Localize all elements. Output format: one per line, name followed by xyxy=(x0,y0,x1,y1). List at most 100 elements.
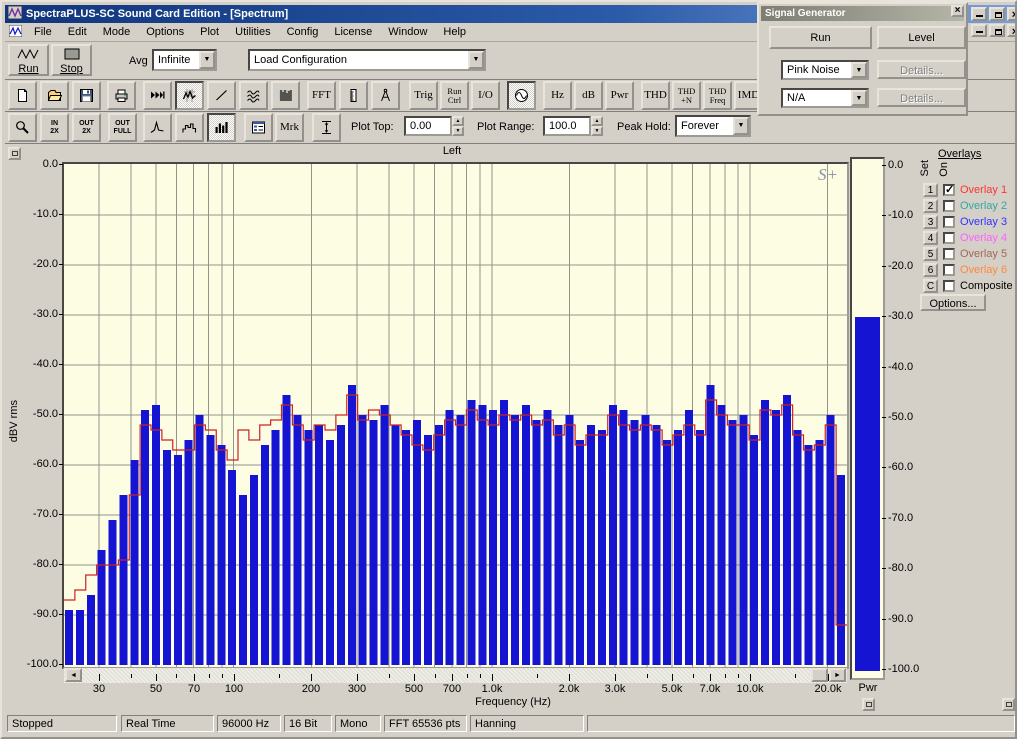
spectrum-plot[interactable] xyxy=(62,162,849,669)
zoom-button[interactable] xyxy=(8,113,37,142)
restore-button[interactable] xyxy=(989,7,1005,21)
fft-settings-button[interactable]: FFT xyxy=(307,81,336,110)
phase-view-button[interactable] xyxy=(207,81,236,110)
overlay-set-button-5[interactable]: 5 xyxy=(923,247,938,261)
avg-select[interactable]: Infinite ▼ xyxy=(152,49,217,71)
panel-collapse-button[interactable] xyxy=(1002,698,1015,711)
spectrogram-view-button[interactable] xyxy=(271,81,300,110)
child-close-button[interactable]: × xyxy=(1007,24,1015,38)
configuration-select[interactable]: Load Configuration ▼ xyxy=(248,49,486,71)
vertical-scale-icon xyxy=(319,120,334,135)
new-file-button[interactable] xyxy=(8,81,37,110)
details-button-2[interactable]: Details... xyxy=(877,88,966,107)
plot-range-decrement-arrow-icon[interactable]: ▼ xyxy=(591,126,603,136)
signal-generator-close-icon[interactable]: × xyxy=(951,5,964,17)
scroll-thumb[interactable] xyxy=(811,668,828,682)
power-meter[interactable] xyxy=(850,157,885,680)
output-2x-button[interactable]: OUT 2X xyxy=(72,113,101,142)
display-options-button[interactable] xyxy=(244,113,273,142)
menu-license[interactable]: License xyxy=(326,24,380,40)
waveform-select[interactable]: Pink Noise ▼ xyxy=(781,60,869,80)
meter-collapse-button[interactable] xyxy=(862,698,875,711)
menu-help[interactable]: Help xyxy=(435,24,474,40)
trigger-button[interactable]: Trig xyxy=(409,81,438,110)
minimize-button[interactable] xyxy=(971,7,987,21)
overlay-set-button-3[interactable]: 3 xyxy=(923,215,938,229)
output-full-button[interactable]: OUT FULL xyxy=(108,113,137,142)
plot-range-input[interactable]: 100.0 xyxy=(543,116,591,136)
x-tick-mark xyxy=(569,674,570,681)
overlay-set-button-4[interactable]: 4 xyxy=(923,231,938,245)
scroll-right-arrow-icon[interactable]: ► xyxy=(829,668,846,682)
child-restore-button[interactable] xyxy=(989,24,1005,37)
overlay-options-button[interactable]: Options... xyxy=(920,294,986,311)
open-file-button[interactable] xyxy=(40,81,69,110)
peak-spectrum-button[interactable] xyxy=(143,113,172,142)
x-tick-label: 300 xyxy=(347,683,367,695)
calibration-button[interactable] xyxy=(339,81,368,110)
input-2x-button[interactable]: IN 2X xyxy=(40,113,69,142)
overlay-checkbox-C[interactable] xyxy=(943,280,955,292)
overlay-checkbox-4[interactable] xyxy=(943,232,955,244)
print-button[interactable] xyxy=(107,81,136,110)
io-device-button[interactable]: I/O xyxy=(471,81,500,110)
hz-units-button[interactable]: Hz xyxy=(543,81,572,110)
peak-hold-select[interactable]: Forever ▼ xyxy=(675,115,751,137)
stop-button[interactable]: Stop xyxy=(51,44,92,76)
menu-file[interactable]: File xyxy=(26,24,60,40)
thd-freq-button[interactable]: THD Freq xyxy=(703,81,732,110)
child-minimize-button[interactable] xyxy=(971,24,987,37)
waveform-dropdown-arrow-icon[interactable]: ▼ xyxy=(851,62,867,78)
waveform2-select[interactable]: N/A ▼ xyxy=(781,88,869,108)
peak-hold-dropdown-arrow-icon[interactable]: ▼ xyxy=(733,117,749,135)
spectrum-view-button[interactable] xyxy=(175,81,204,110)
overlay-checkbox-5[interactable] xyxy=(943,248,955,260)
marker-button[interactable]: Mrk xyxy=(275,113,304,142)
overlay-checkbox-3[interactable] xyxy=(943,216,955,228)
child-window-icon[interactable] xyxy=(8,24,23,40)
overlay-set-button-6[interactable]: 6 xyxy=(923,263,938,277)
pwr-units-button[interactable]: Pwr xyxy=(605,81,634,110)
waterfall-view-button[interactable] xyxy=(239,81,268,110)
waveform2-dropdown-arrow-icon[interactable]: ▼ xyxy=(851,90,867,106)
overlay-set-button-1[interactable]: 1 xyxy=(923,183,938,197)
menu-config[interactable]: Config xyxy=(279,24,327,40)
save-button[interactable] xyxy=(72,81,101,110)
configuration-dropdown-arrow-icon[interactable]: ▼ xyxy=(468,51,484,69)
processing-settings-button[interactable] xyxy=(371,81,400,110)
generator-run-button[interactable]: Run xyxy=(769,26,872,49)
menu-mode[interactable]: Mode xyxy=(95,24,139,40)
avg-dropdown-arrow-icon[interactable]: ▼ xyxy=(199,51,215,69)
plot-top-increment-arrow-icon[interactable]: ▲ xyxy=(452,116,464,126)
peak-hold-value: Forever xyxy=(681,120,719,132)
menu-edit[interactable]: Edit xyxy=(60,24,95,40)
signal-generator-titlebar[interactable]: Signal Generator xyxy=(761,6,964,21)
bar-spectrum-button[interactable] xyxy=(207,113,236,142)
signal-generator-button[interactable] xyxy=(507,81,536,110)
overlay-set-button-2[interactable]: 2 xyxy=(923,199,938,213)
thd-button[interactable]: THD xyxy=(641,81,670,110)
plot-scrollbar[interactable] xyxy=(64,668,847,683)
thd-n-button[interactable]: THD +N xyxy=(672,81,701,110)
menu-plot[interactable]: Plot xyxy=(192,24,227,40)
overlay-checkbox-6[interactable] xyxy=(943,264,955,276)
overlay-checkbox-2[interactable] xyxy=(943,200,955,212)
run-control-button[interactable]: Run Ctrl xyxy=(440,81,469,110)
run-button[interactable]: Run xyxy=(8,44,49,76)
generator-level-button[interactable]: Level xyxy=(877,26,966,49)
time-series-view-button[interactable] xyxy=(143,81,172,110)
details-button-1[interactable]: Details... xyxy=(877,60,966,79)
plot-top-input[interactable]: 0.00 xyxy=(404,116,452,136)
scroll-left-arrow-icon[interactable]: ◄ xyxy=(65,668,82,682)
db-units-button[interactable]: dB xyxy=(574,81,603,110)
menu-options[interactable]: Options xyxy=(138,24,192,40)
menu-window[interactable]: Window xyxy=(380,24,435,40)
plot-top-decrement-arrow-icon[interactable]: ▼ xyxy=(452,126,464,136)
menu-utilities[interactable]: Utilities xyxy=(227,24,278,40)
close-button[interactable]: × xyxy=(1007,7,1015,21)
plot-range-increment-arrow-icon[interactable]: ▲ xyxy=(591,116,603,126)
autoscale-button[interactable] xyxy=(312,113,341,142)
overlay-checkbox-1[interactable]: ✓ xyxy=(943,184,955,196)
overlay-set-button-C[interactable]: C xyxy=(923,279,938,293)
step-spectrum-button[interactable] xyxy=(175,113,204,142)
